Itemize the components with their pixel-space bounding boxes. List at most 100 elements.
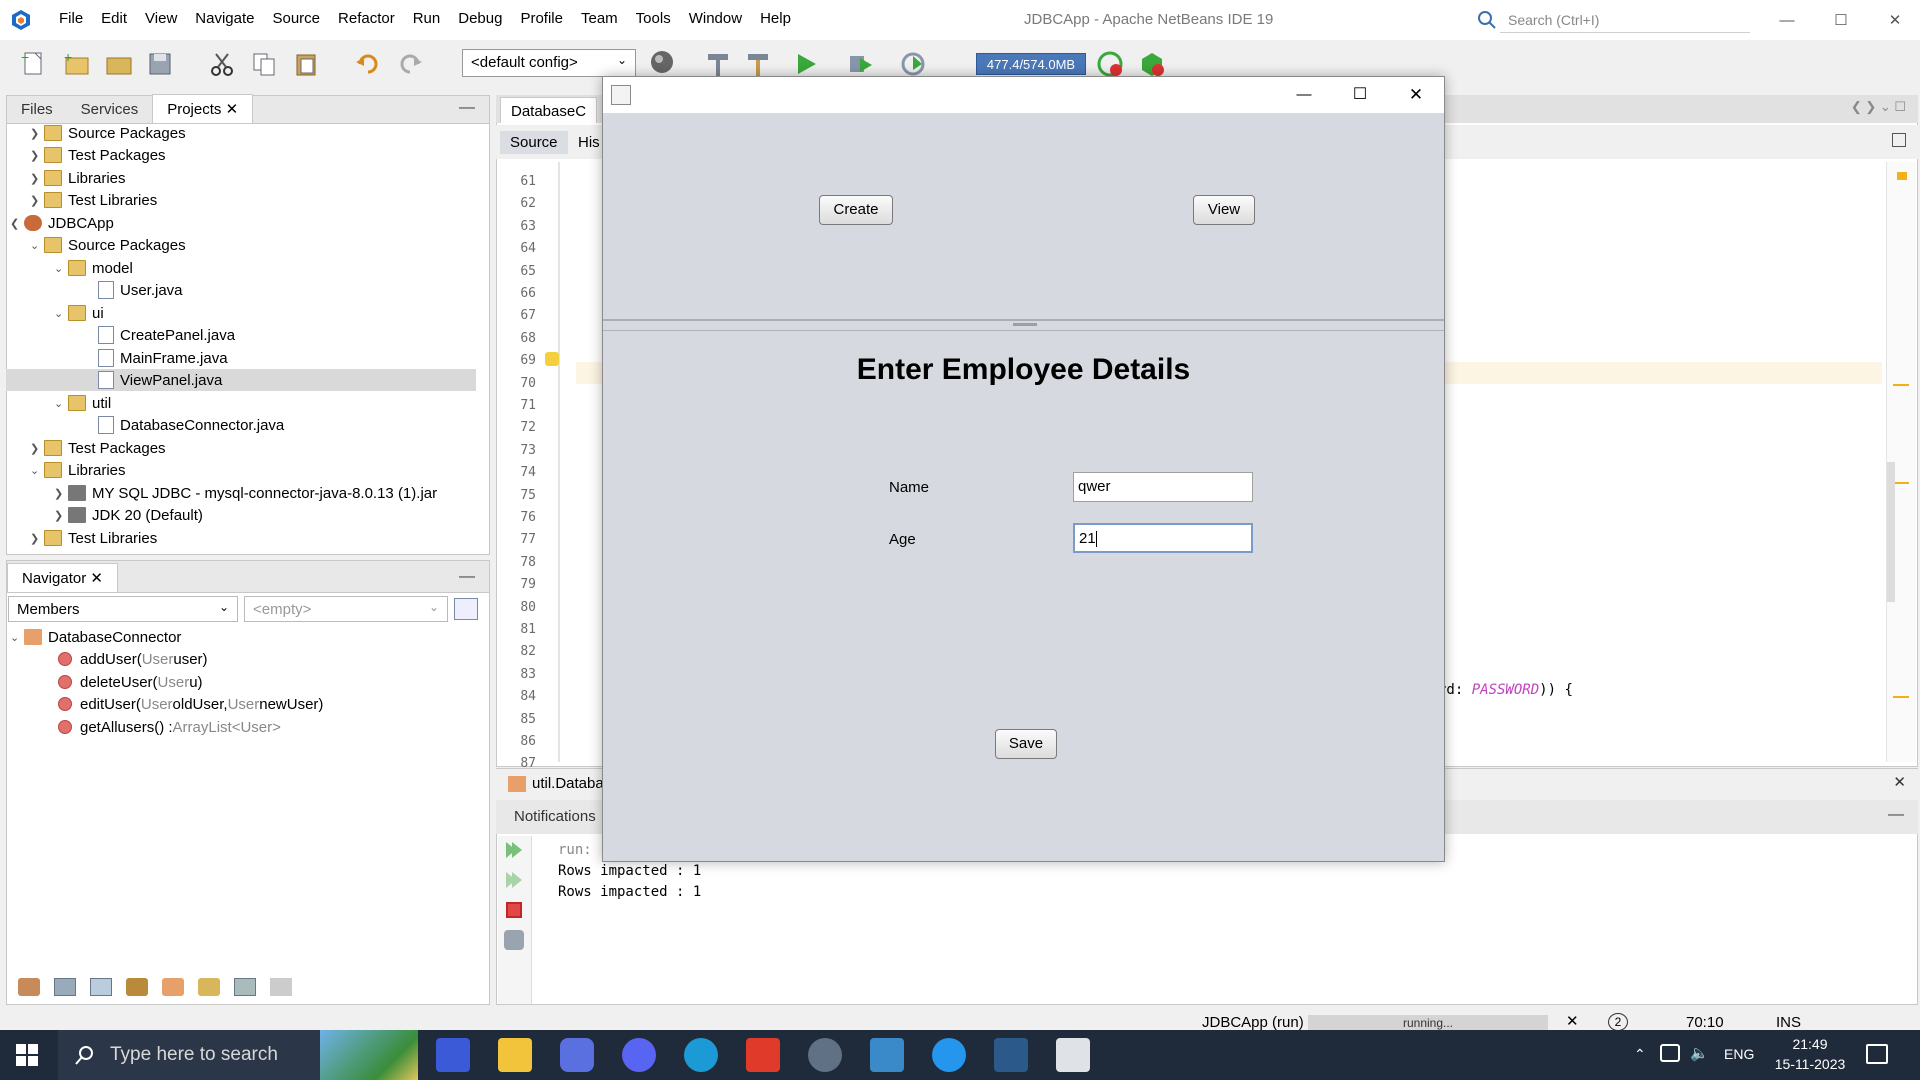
save-button[interactable]: Save [995,729,1057,759]
tree-node[interactable]: ⌄ util [54,392,111,414]
divider-grip-icon[interactable] [1013,323,1037,326]
chevron-right-icon[interactable]: ❯ [30,532,44,545]
editor-tab-nav-icons[interactable]: ❮ ❯ ⌄ ☐ [1851,99,1906,115]
warning-marker[interactable] [1893,482,1909,484]
menu-refactor[interactable]: Refactor [329,10,404,27]
tree-node[interactable]: ❯ JDK 20 (Default) [54,504,203,526]
gc-icon[interactable] [1096,50,1126,78]
tree-node-project[interactable]: ❮ JDBCApp [10,212,114,234]
navigator-options-icon[interactable] [454,598,478,620]
progress-bar[interactable]: running... [1308,1015,1548,1031]
tree-node-file[interactable]: CreatePanel.java [98,324,235,346]
navigator-member[interactable]: addUser(User user) [58,648,208,670]
tab-navigator[interactable]: Navigator ✕ [7,563,118,592]
settings-icon[interactable] [504,930,524,950]
taskbar-app-docker-icon[interactable] [932,1038,966,1072]
history-tab[interactable]: His [578,134,600,151]
lightbulb-hint-icon[interactable] [545,352,559,366]
tab-notifications[interactable]: Notifications [514,808,596,825]
taskbar-search-box[interactable]: Type here to search [58,1030,418,1080]
menu-edit[interactable]: Edit [92,10,136,27]
tree-node-file-selected[interactable]: ViewPanel.java [6,369,476,391]
filter-static-icon[interactable] [90,978,112,996]
chevron-down-icon[interactable]: ⌄ [10,631,24,644]
menu-debug[interactable]: Debug [449,10,511,27]
menu-window[interactable]: Window [680,10,751,27]
tab-files[interactable]: Files [7,96,67,123]
menu-file[interactable]: File [50,10,92,27]
menu-run[interactable]: Run [404,10,450,27]
editor-scroll-thumb[interactable] [1887,462,1895,602]
filter-inherited-icon[interactable] [18,978,40,996]
copy-icon[interactable] [250,50,280,78]
open-project-icon[interactable] [104,50,134,78]
chevron-down-icon[interactable]: ⌄ [54,262,68,275]
taskbar-app-settings-icon[interactable] [808,1038,842,1072]
tree-node[interactable]: ⌄ model [54,257,133,279]
notification-center-icon[interactable] [1866,1044,1888,1064]
menu-tools[interactable]: Tools [627,10,680,27]
taskbar-app-vscode-icon[interactable] [436,1038,470,1072]
tree-node[interactable]: ⌄ Libraries [30,459,126,481]
members-filter-select[interactable]: Members ⌄ [8,596,238,622]
chevron-down-icon[interactable]: ⌄ [30,464,44,477]
navigator-member[interactable]: getAllusers() : ArrayList<User> [58,716,281,738]
close-icon[interactable]: ✕ [1389,81,1443,109]
taskbar-app-icon[interactable] [746,1038,780,1072]
menu-team[interactable]: Team [572,10,627,27]
tree-node[interactable]: ❯ Test Libraries [30,189,157,211]
tree-node[interactable]: ❯ Test Packages [30,437,166,459]
tray-network-icon[interactable] [1660,1044,1680,1062]
maximize-icon[interactable]: ☐ [1333,81,1387,109]
scope-select[interactable]: <empty> ⌄ [244,596,448,622]
running-project-label[interactable]: JDBCApp (run) [1202,1014,1304,1031]
tree-node-file[interactable]: MainFrame.java [98,347,228,369]
taskbar-app-netbeans-icon[interactable] [870,1038,904,1072]
navigator-class-node[interactable]: ⌄ DatabaseConnector [10,626,181,648]
editor-error-stripe[interactable] [1886,162,1916,762]
memory-indicator[interactable]: 477.4/574.0MB [976,53,1086,75]
sort-order-icon[interactable] [270,978,292,996]
minimize-icon[interactable]: — [1277,81,1331,109]
save-all-icon[interactable] [146,50,176,78]
target-browser-icon[interactable] [648,48,678,76]
profile-project-icon[interactable] [900,50,930,78]
taskbar-app-edge-icon[interactable] [684,1038,718,1072]
warning-marker[interactable] [1897,172,1907,180]
chevron-down-icon[interactable]: ⌄ [54,397,68,410]
age-field[interactable]: 21 [1073,523,1253,553]
warning-marker[interactable] [1893,696,1909,698]
rerun-icon[interactable] [504,840,524,860]
warning-marker[interactable] [1893,384,1909,386]
editor-tab-active[interactable]: DatabaseC [500,97,598,123]
source-tab[interactable]: Source [500,131,568,154]
minimize-panel-icon[interactable]: — [1888,806,1904,824]
debug-project-icon[interactable] [846,50,876,78]
name-field[interactable]: qwer [1073,472,1253,502]
taskbar-app-java-icon[interactable] [1056,1038,1090,1072]
tray-language[interactable]: ENG [1724,1046,1754,1062]
minimize-panel-icon[interactable]: — [445,568,489,592]
close-breadcrumb-icon[interactable]: ✕ [1893,773,1906,791]
tree-node[interactable]: ⌄ ui [54,302,104,324]
filter-fields-icon[interactable] [54,978,76,996]
config-dropdown[interactable]: <default config> ⌄ [462,49,636,77]
cancel-progress-icon[interactable]: ✕ [1566,1012,1579,1030]
split-pane-divider[interactable] [603,323,1444,331]
tree-node[interactable]: ❯ Test Libraries [30,527,157,549]
tree-node-file[interactable]: User.java [98,279,183,301]
menu-source[interactable]: Source [263,10,329,27]
ide-search-input[interactable]: Search (Ctrl+I) [1500,7,1750,33]
redo-icon[interactable] [396,50,426,78]
minimize-icon[interactable]: — [1760,0,1814,40]
new-file-icon[interactable]: + [20,49,50,78]
create-button[interactable]: Create [819,195,893,225]
tab-projects[interactable]: Projects ✕ [152,94,254,123]
chevron-right-icon[interactable]: ❯ [30,127,44,140]
chevron-down-icon[interactable]: ⌄ [30,239,44,252]
minimize-panel-icon[interactable]: — [445,99,489,123]
clean-build-icon[interactable] [744,50,774,78]
breadcrumb[interactable]: util.Databa [508,775,604,792]
profiler-icon[interactable] [1138,50,1168,78]
menu-profile[interactable]: Profile [511,10,572,27]
